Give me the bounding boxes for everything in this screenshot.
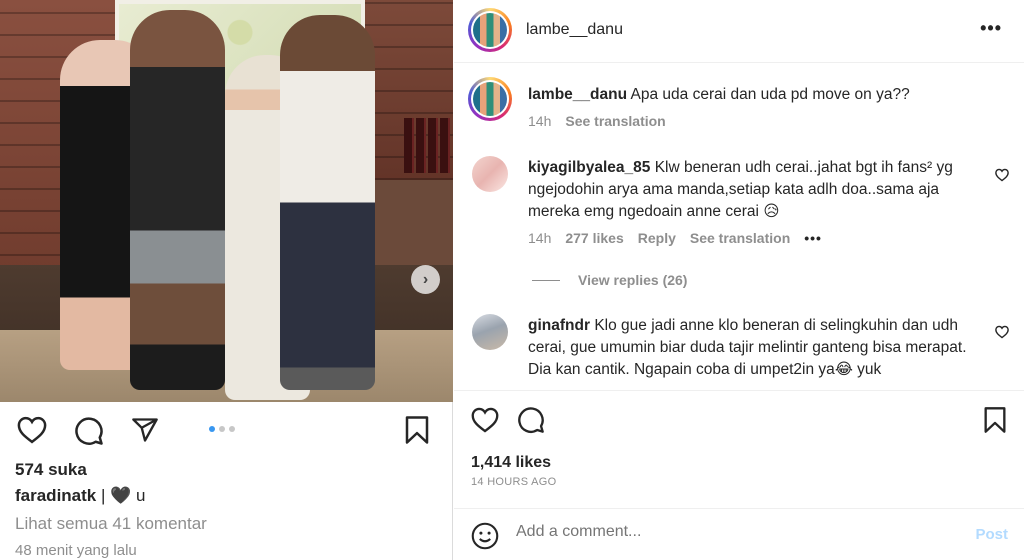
bookmark-icon[interactable] bbox=[404, 415, 430, 445]
comment-username[interactable]: kiyagilbyalea_85 bbox=[528, 159, 650, 176]
comment-meta: 14h 277 likes Reply See translation ••• bbox=[528, 230, 822, 246]
post-time: 14 HOURS AGO bbox=[471, 476, 557, 488]
comment-likes[interactable]: 277 likes bbox=[565, 230, 623, 246]
heart-icon[interactable] bbox=[471, 407, 499, 433]
chevron-right-icon: › bbox=[422, 270, 429, 288]
left-post-panel: › 574 suka faradinatk | 🖤 u Lihat semua … bbox=[0, 0, 453, 560]
emoji-icon[interactable] bbox=[471, 522, 499, 550]
comment-icon[interactable] bbox=[74, 416, 104, 446]
see-translation-link[interactable]: See translation bbox=[690, 230, 790, 246]
post-header: lambe__danu ••• bbox=[454, 0, 1024, 63]
view-replies-label: View replies (26) bbox=[578, 272, 688, 288]
comment-like-icon[interactable] bbox=[995, 325, 1009, 339]
comment-avatar[interactable] bbox=[472, 314, 508, 350]
comment-text: Klo gue jadi anne klo beneran di selingk… bbox=[528, 317, 967, 378]
comments-list: lambe__danu Apa uda cerai dan uda pd mov… bbox=[454, 64, 1024, 389]
carousel-dots bbox=[209, 426, 235, 432]
more-options-button[interactable]: ••• bbox=[980, 18, 1002, 39]
comment-username[interactable]: ginafndr bbox=[528, 317, 590, 334]
likes-count[interactable]: 574 suka bbox=[15, 460, 87, 480]
comment-avatar[interactable] bbox=[472, 156, 508, 192]
carousel-dot bbox=[219, 426, 225, 432]
caption-text: | 🖤 u bbox=[96, 486, 146, 505]
see-translation-link[interactable]: See translation bbox=[565, 113, 665, 129]
wine-bottles bbox=[404, 118, 452, 173]
post-actions bbox=[454, 390, 1024, 450]
person-2 bbox=[130, 10, 225, 390]
carousel-dot bbox=[229, 426, 235, 432]
post-time: 48 menit yang lalu bbox=[15, 542, 137, 559]
comment-like-icon[interactable] bbox=[995, 168, 1009, 182]
caption-username[interactable]: faradinatk bbox=[15, 486, 96, 505]
post-photo[interactable]: › bbox=[0, 0, 453, 402]
caption-text: Apa uda cerai dan uda pd move on ya?? bbox=[630, 86, 910, 103]
comment-more-button[interactable]: ••• bbox=[804, 230, 822, 246]
post-caption: lambe__danu Apa uda cerai dan uda pd mov… bbox=[528, 84, 988, 106]
reply-button[interactable]: Reply bbox=[638, 230, 676, 246]
header-avatar[interactable] bbox=[468, 8, 512, 52]
post-comment-button[interactable]: Post bbox=[975, 526, 1008, 543]
likes-count[interactable]: 1,414 likes bbox=[471, 454, 551, 472]
person-4 bbox=[280, 15, 375, 390]
comment-input[interactable] bbox=[516, 523, 936, 541]
caption-meta: 14h See translation bbox=[528, 113, 666, 129]
replies-line bbox=[532, 279, 560, 281]
carousel-dot-active bbox=[209, 426, 215, 432]
right-comments-panel: lambe__danu ••• lambe__danu Apa uda cera… bbox=[454, 0, 1024, 560]
view-replies-button[interactable]: View replies (26) bbox=[532, 272, 687, 288]
caption-time: 14h bbox=[528, 113, 552, 129]
comment-item: kiyagilbyalea_85 Klw beneran udh cerai..… bbox=[528, 157, 978, 223]
comment-icon[interactable] bbox=[517, 406, 545, 434]
share-icon[interactable] bbox=[130, 416, 160, 444]
caption-username[interactable]: lambe__danu bbox=[528, 86, 627, 103]
heart-icon[interactable] bbox=[17, 416, 47, 444]
caption-avatar[interactable] bbox=[468, 77, 512, 121]
caption: faradinatk | 🖤 u bbox=[15, 486, 145, 506]
comment-item: ginafndr Klo gue jadi anne klo beneran d… bbox=[528, 315, 978, 381]
header-username[interactable]: lambe__danu bbox=[526, 21, 623, 39]
comment-time: 14h bbox=[528, 230, 552, 246]
carousel-next-button[interactable]: › bbox=[411, 265, 440, 294]
view-all-comments-link[interactable]: Lihat semua 41 komentar bbox=[15, 514, 207, 534]
add-comment-bar: Post bbox=[454, 508, 1024, 560]
bookmark-icon[interactable] bbox=[983, 406, 1007, 434]
